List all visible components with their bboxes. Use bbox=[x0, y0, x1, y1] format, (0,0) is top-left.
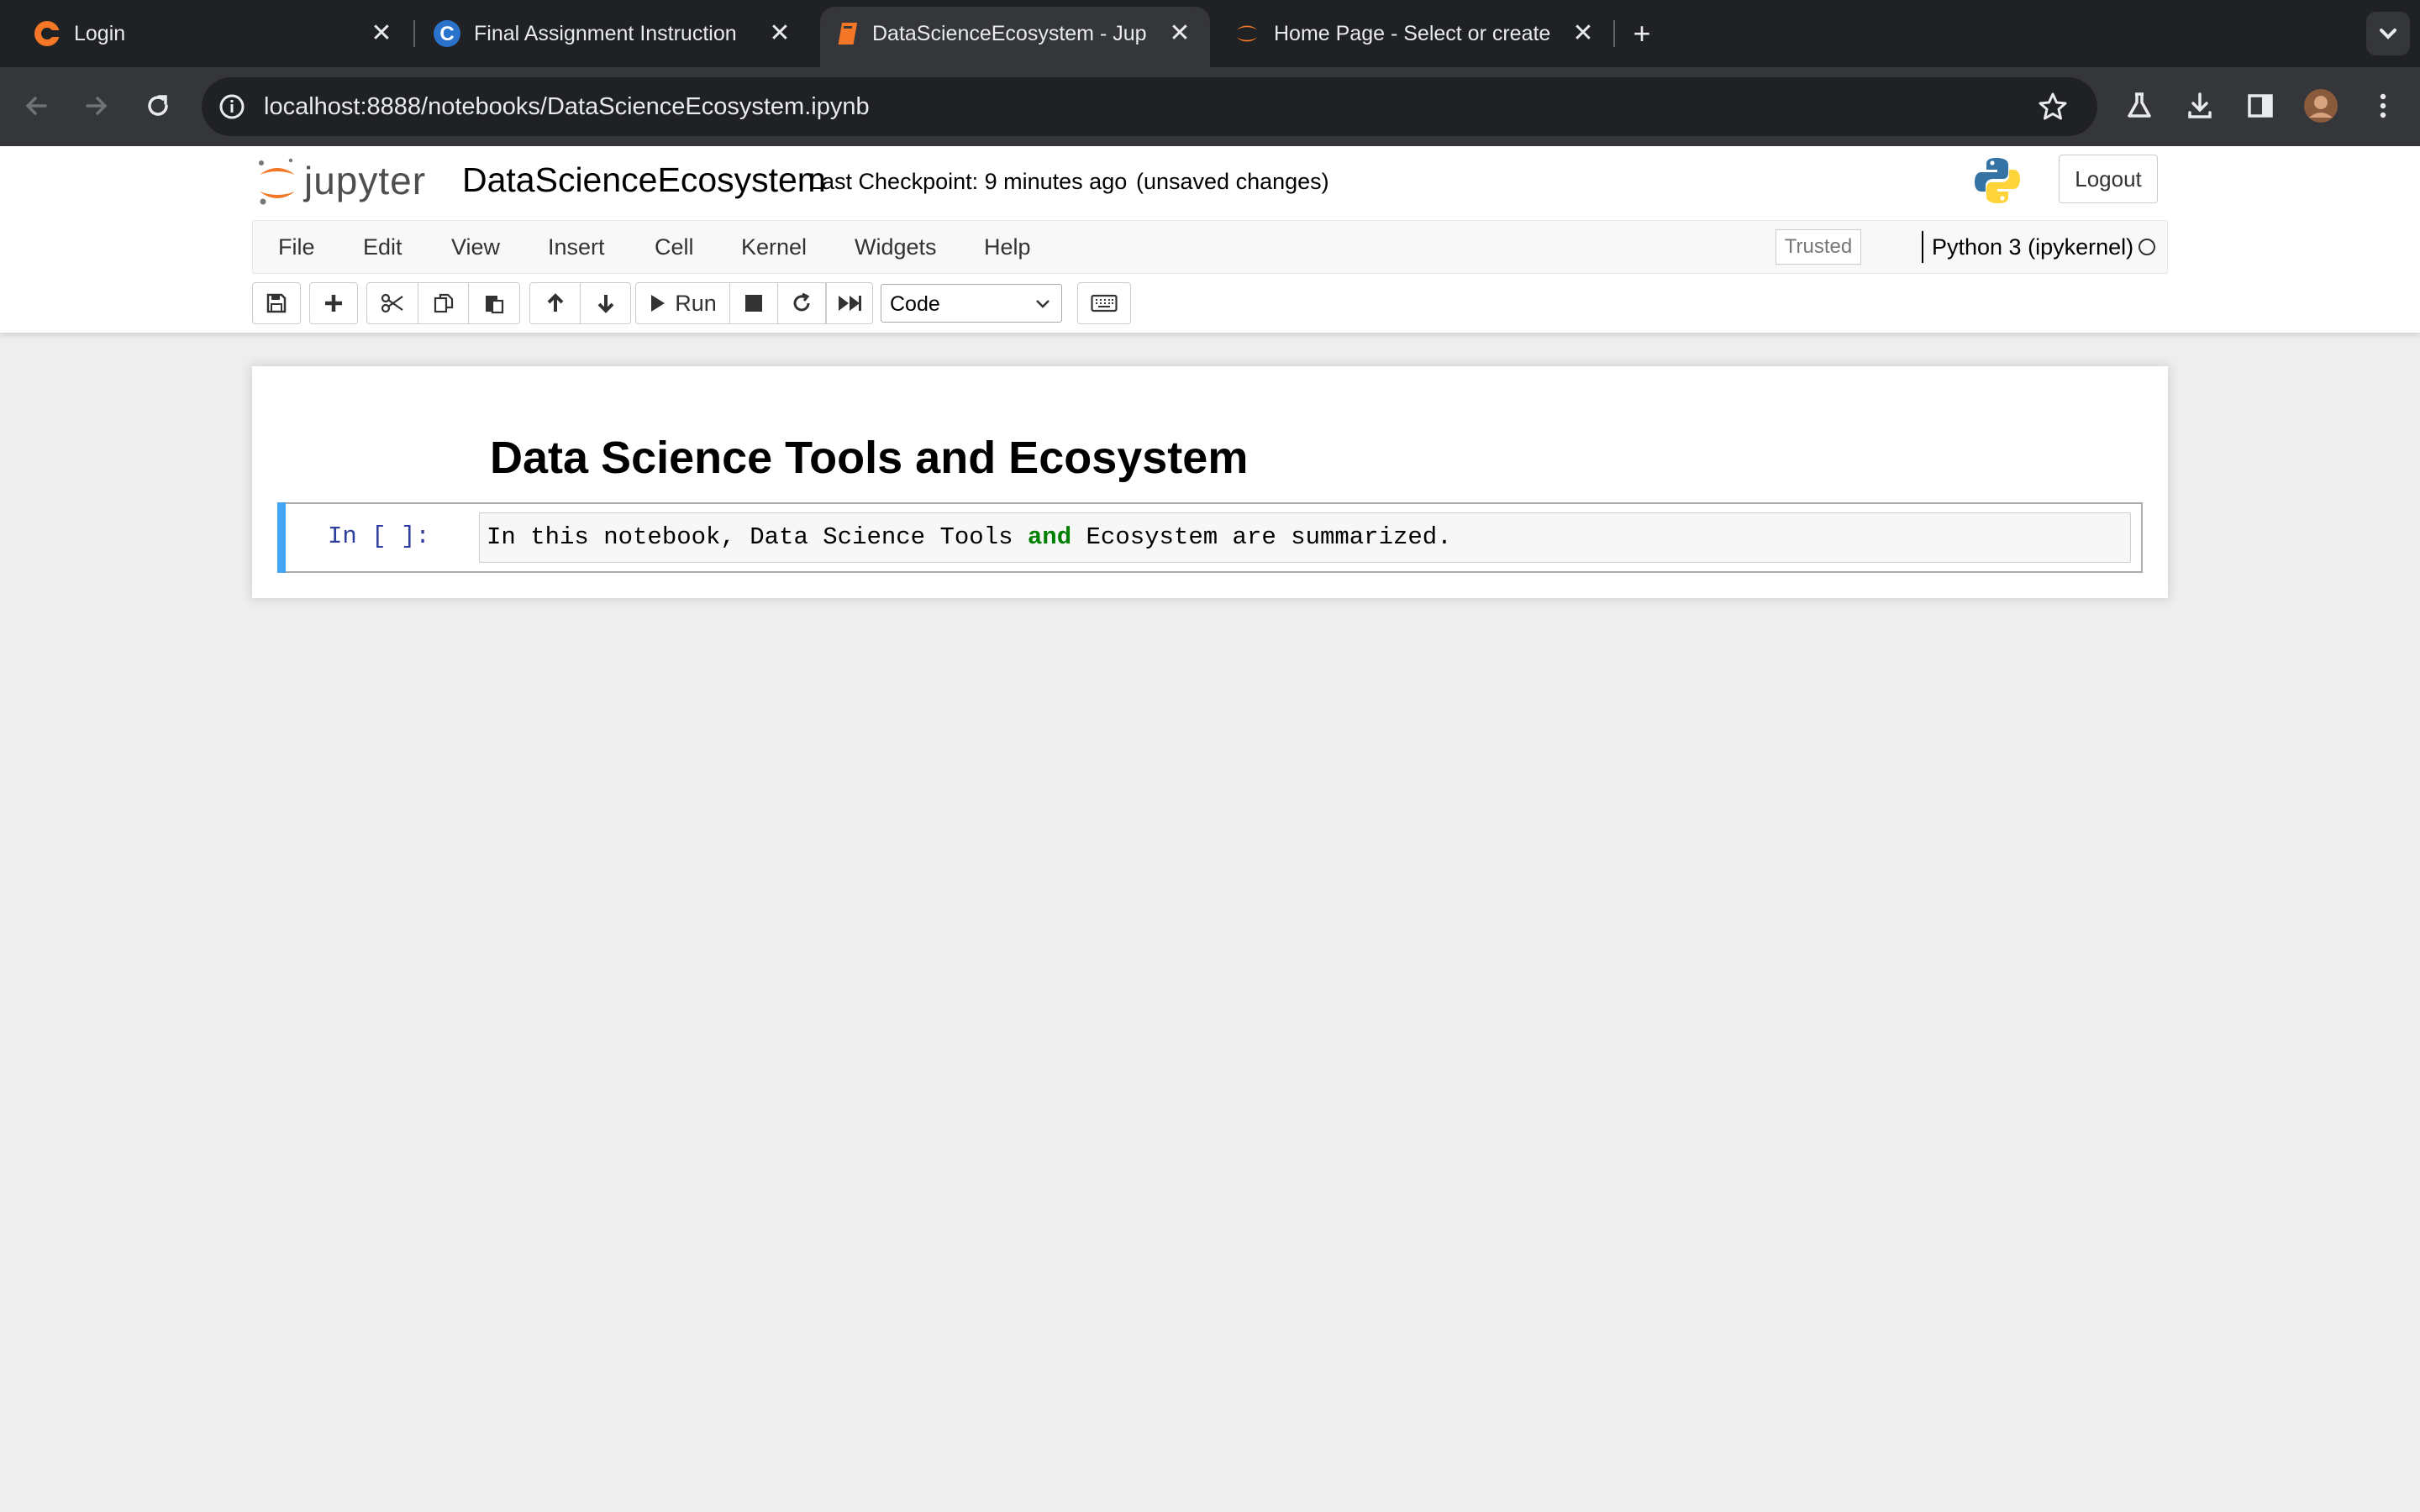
back-arrow-icon[interactable] bbox=[17, 86, 57, 126]
tab-separator bbox=[1613, 20, 1615, 47]
close-icon[interactable]: ✕ bbox=[366, 18, 397, 49]
kernel-idle-indicator bbox=[2139, 239, 2155, 255]
keyboard-icon bbox=[1091, 294, 1118, 312]
reload-icon[interactable] bbox=[138, 86, 178, 126]
cell-type-value: Code bbox=[890, 292, 940, 316]
jupyter-header: jupyter DataScienceEcosystem Last Checkp… bbox=[0, 146, 2420, 333]
save-button[interactable] bbox=[252, 282, 301, 324]
notebook-icon bbox=[838, 23, 858, 45]
interrupt-button[interactable] bbox=[729, 282, 778, 324]
jupyter-logo[interactable]: jupyter bbox=[257, 156, 442, 208]
coursera-icon: C bbox=[434, 20, 460, 47]
run-button[interactable]: Run bbox=[635, 282, 731, 324]
tab-final-assignment[interactable]: C Final Assignment Instruction ✕ bbox=[417, 0, 803, 67]
restart-button[interactable] bbox=[777, 282, 826, 324]
tab-home-page[interactable]: Home Page - Select or create ✕ bbox=[1220, 0, 1607, 67]
autosave-status: (unsaved changes) bbox=[1136, 169, 1329, 194]
markdown-heading[interactable]: Data Science Tools and Ecosystem bbox=[490, 432, 1248, 484]
notebook-name[interactable]: DataScienceEcosystem bbox=[462, 158, 826, 202]
move-down-button[interactable] bbox=[580, 282, 631, 324]
more-menu-icon[interactable] bbox=[2363, 86, 2403, 126]
run-label: Run bbox=[675, 290, 717, 316]
code-text-part: In this notebook, Data Science Tools bbox=[487, 523, 1028, 551]
menu-insert[interactable]: Insert bbox=[548, 221, 605, 273]
code-cell[interactable]: In [ ]: In this notebook, Data Science T… bbox=[277, 502, 2143, 573]
browser-toolbar: localhost:8888/notebooks/DataScienceEcos… bbox=[0, 67, 2420, 146]
profile-avatar[interactable] bbox=[2301, 86, 2341, 126]
save-icon bbox=[266, 293, 287, 313]
restart-icon bbox=[793, 292, 810, 312]
tab-datascienceecosystem[interactable]: DataScienceEcosystem - Jup ✕ bbox=[820, 7, 1210, 67]
svg-text:C: C bbox=[439, 23, 454, 45]
address-bar[interactable]: localhost:8888/notebooks/DataScienceEcos… bbox=[202, 77, 2097, 136]
checkpoint-status: Last Checkpoint: 9 minutes ago bbox=[809, 169, 1128, 194]
labs-flask-icon[interactable] bbox=[2119, 86, 2160, 126]
browser-tab-strip: Login ✕ C Final Assignment Instruction ✕… bbox=[0, 0, 2420, 67]
notebook-container: Data Science Tools and Ecosystem In [ ]:… bbox=[252, 366, 2168, 598]
tab-separator bbox=[413, 20, 415, 47]
arrow-up-icon bbox=[547, 293, 563, 312]
tab-title: Login bbox=[74, 22, 126, 45]
chevron-down-icon bbox=[1036, 300, 1050, 308]
new-tab-button[interactable]: + bbox=[1627, 18, 1657, 49]
close-icon[interactable]: ✕ bbox=[765, 18, 795, 49]
fast-forward-icon bbox=[839, 296, 861, 311]
scissors-icon bbox=[381, 293, 403, 313]
logout-button[interactable]: Logout bbox=[2059, 155, 2158, 203]
coursera-login-icon bbox=[34, 21, 60, 46]
python-logo-icon bbox=[1975, 158, 2020, 203]
side-panel-icon[interactable] bbox=[2240, 86, 2281, 126]
restart-run-all-button[interactable] bbox=[826, 282, 873, 324]
chevron-down-icon bbox=[2380, 29, 2396, 39]
tab-search-button[interactable] bbox=[2366, 12, 2410, 55]
tab-title: Final Assignment Instruction bbox=[474, 22, 737, 45]
close-icon[interactable]: ✕ bbox=[1165, 18, 1195, 49]
url-text: localhost:8888/notebooks/DataScienceEcos… bbox=[264, 93, 870, 120]
jupyter-logo-text: jupyter bbox=[304, 159, 427, 202]
plus-icon bbox=[325, 295, 342, 312]
command-palette-button[interactable] bbox=[1077, 282, 1131, 324]
selected-cell-indicator bbox=[277, 502, 286, 573]
jupyter-icon bbox=[1237, 25, 1257, 42]
notebook-toolbar: Run Code bbox=[252, 282, 1260, 326]
stop-icon bbox=[745, 295, 762, 312]
code-text-part: Ecosystem are summarized. bbox=[1071, 523, 1452, 551]
bookmark-star-icon[interactable] bbox=[2037, 91, 2069, 123]
code-editor[interactable]: In this notebook, Data Science Tools and… bbox=[479, 512, 2131, 563]
paste-icon bbox=[486, 296, 504, 314]
copy-icon bbox=[434, 293, 453, 313]
copy-button[interactable] bbox=[418, 282, 469, 324]
site-info-icon[interactable] bbox=[217, 92, 247, 122]
tab-title: Home Page - Select or create bbox=[1274, 22, 1551, 45]
code-text: In this notebook, Data Science Tools and… bbox=[487, 521, 1452, 554]
arrow-down-icon bbox=[597, 295, 613, 313]
menu-kernel[interactable]: Kernel bbox=[741, 221, 807, 273]
trusted-badge[interactable]: Trusted bbox=[1776, 229, 1861, 265]
menu-edit[interactable]: Edit bbox=[363, 221, 402, 273]
kernel-divider bbox=[1922, 231, 1923, 263]
cut-button[interactable] bbox=[366, 282, 418, 324]
cell-type-select[interactable]: Code bbox=[881, 284, 1062, 323]
close-icon[interactable]: ✕ bbox=[1568, 18, 1598, 49]
play-icon bbox=[651, 295, 666, 312]
insert-cell-button[interactable] bbox=[309, 282, 358, 324]
menu-bar: File Edit View Insert Cell Kernel Widget… bbox=[252, 220, 2168, 274]
download-icon[interactable] bbox=[2180, 86, 2220, 126]
menu-file[interactable]: File bbox=[278, 221, 315, 273]
menu-cell[interactable]: Cell bbox=[655, 221, 694, 273]
kernel-name[interactable]: Python 3 (ipykernel) bbox=[1932, 221, 2133, 273]
menu-view[interactable]: View bbox=[451, 221, 500, 273]
cell-prompt: In [ ]: bbox=[328, 522, 430, 550]
jupyter-logo-icon bbox=[259, 158, 295, 205]
forward-arrow-icon[interactable] bbox=[76, 86, 116, 126]
menu-widgets[interactable]: Widgets bbox=[855, 221, 937, 273]
tab-login[interactable]: Login ✕ bbox=[17, 0, 403, 67]
tab-title: DataScienceEcosystem - Jup bbox=[872, 22, 1147, 45]
code-keyword: and bbox=[1027, 523, 1072, 551]
move-up-button[interactable] bbox=[529, 282, 581, 324]
menu-help[interactable]: Help bbox=[984, 221, 1031, 273]
paste-button[interactable] bbox=[468, 282, 520, 324]
